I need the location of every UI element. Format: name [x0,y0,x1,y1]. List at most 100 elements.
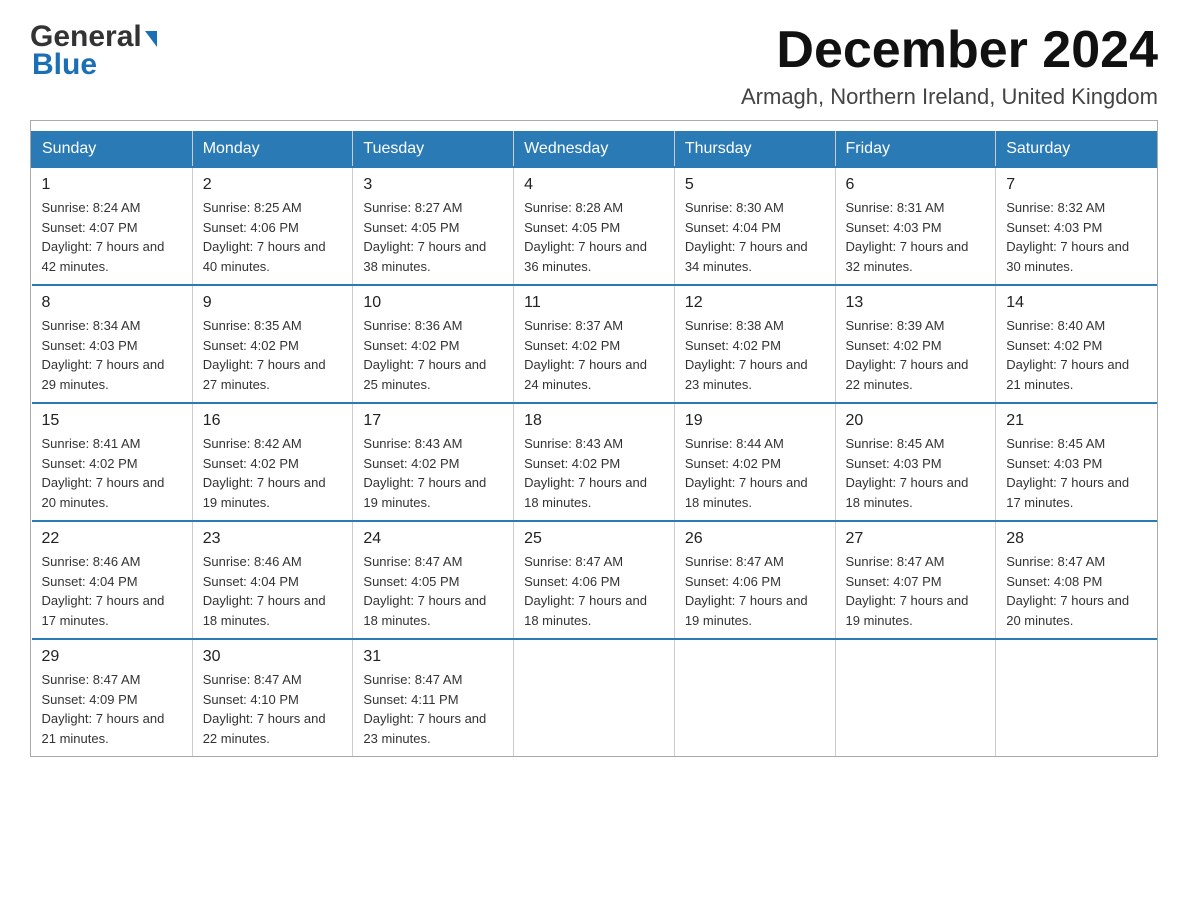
day-number: 16 [203,412,343,430]
calendar-cell: 13 Sunrise: 8:39 AMSunset: 4:02 PMDaylig… [835,285,996,403]
day-number: 31 [363,648,503,666]
calendar-cell: 25 Sunrise: 8:47 AMSunset: 4:06 PMDaylig… [514,521,675,639]
calendar-cell: 11 Sunrise: 8:37 AMSunset: 4:02 PMDaylig… [514,285,675,403]
day-info: Sunrise: 8:38 AMSunset: 4:02 PMDaylight:… [685,318,808,392]
logo-blue: Blue [32,48,97,82]
calendar-cell: 31 Sunrise: 8:47 AMSunset: 4:11 PMDaylig… [353,639,514,756]
calendar-week-2: 8 Sunrise: 8:34 AMSunset: 4:03 PMDayligh… [32,285,1157,403]
day-info: Sunrise: 8:47 AMSunset: 4:11 PMDaylight:… [363,672,486,746]
calendar-week-5: 29 Sunrise: 8:47 AMSunset: 4:09 PMDaylig… [32,639,1157,756]
day-info: Sunrise: 8:45 AMSunset: 4:03 PMDaylight:… [846,436,969,510]
day-info: Sunrise: 8:44 AMSunset: 4:02 PMDaylight:… [685,436,808,510]
col-friday: Friday [835,132,996,168]
calendar-week-3: 15 Sunrise: 8:41 AMSunset: 4:02 PMDaylig… [32,403,1157,521]
calendar-week-4: 22 Sunrise: 8:46 AMSunset: 4:04 PMDaylig… [32,521,1157,639]
day-info: Sunrise: 8:47 AMSunset: 4:09 PMDaylight:… [42,672,165,746]
calendar-week-1: 1 Sunrise: 8:24 AMSunset: 4:07 PMDayligh… [32,167,1157,285]
day-info: Sunrise: 8:47 AMSunset: 4:06 PMDaylight:… [685,554,808,628]
page-header: General Blue December 2024 Armagh, North… [30,20,1158,110]
logo: General Blue [30,20,157,82]
calendar-cell [835,639,996,756]
calendar-cell: 18 Sunrise: 8:43 AMSunset: 4:02 PMDaylig… [514,403,675,521]
calendar-cell: 24 Sunrise: 8:47 AMSunset: 4:05 PMDaylig… [353,521,514,639]
day-number: 29 [42,648,182,666]
day-info: Sunrise: 8:32 AMSunset: 4:03 PMDaylight:… [1006,200,1129,274]
day-info: Sunrise: 8:47 AMSunset: 4:05 PMDaylight:… [363,554,486,628]
col-thursday: Thursday [674,132,835,168]
day-info: Sunrise: 8:43 AMSunset: 4:02 PMDaylight:… [524,436,647,510]
calendar-cell [674,639,835,756]
calendar-cell: 10 Sunrise: 8:36 AMSunset: 4:02 PMDaylig… [353,285,514,403]
day-number: 7 [1006,176,1146,194]
day-info: Sunrise: 8:27 AMSunset: 4:05 PMDaylight:… [363,200,486,274]
day-number: 18 [524,412,664,430]
day-number: 24 [363,530,503,548]
calendar-cell: 5 Sunrise: 8:30 AMSunset: 4:04 PMDayligh… [674,167,835,285]
day-number: 23 [203,530,343,548]
day-info: Sunrise: 8:46 AMSunset: 4:04 PMDaylight:… [42,554,165,628]
day-info: Sunrise: 8:28 AMSunset: 4:05 PMDaylight:… [524,200,647,274]
day-number: 19 [685,412,825,430]
day-number: 5 [685,176,825,194]
calendar-cell: 4 Sunrise: 8:28 AMSunset: 4:05 PMDayligh… [514,167,675,285]
day-info: Sunrise: 8:39 AMSunset: 4:02 PMDaylight:… [846,318,969,392]
day-number: 11 [524,294,664,312]
calendar-cell [996,639,1157,756]
day-info: Sunrise: 8:47 AMSunset: 4:06 PMDaylight:… [524,554,647,628]
day-info: Sunrise: 8:43 AMSunset: 4:02 PMDaylight:… [363,436,486,510]
day-number: 14 [1006,294,1146,312]
day-number: 9 [203,294,343,312]
calendar-cell: 22 Sunrise: 8:46 AMSunset: 4:04 PMDaylig… [32,521,193,639]
day-number: 17 [363,412,503,430]
calendar-cell: 23 Sunrise: 8:46 AMSunset: 4:04 PMDaylig… [192,521,353,639]
day-number: 22 [42,530,182,548]
day-info: Sunrise: 8:46 AMSunset: 4:04 PMDaylight:… [203,554,326,628]
day-info: Sunrise: 8:34 AMSunset: 4:03 PMDaylight:… [42,318,165,392]
calendar-wrapper: Sunday Monday Tuesday Wednesday Thursday… [30,120,1158,757]
col-sunday: Sunday [32,132,193,168]
day-info: Sunrise: 8:42 AMSunset: 4:02 PMDaylight:… [203,436,326,510]
day-info: Sunrise: 8:30 AMSunset: 4:04 PMDaylight:… [685,200,808,274]
calendar-cell: 27 Sunrise: 8:47 AMSunset: 4:07 PMDaylig… [835,521,996,639]
calendar-cell: 26 Sunrise: 8:47 AMSunset: 4:06 PMDaylig… [674,521,835,639]
day-info: Sunrise: 8:37 AMSunset: 4:02 PMDaylight:… [524,318,647,392]
calendar-cell [514,639,675,756]
calendar-cell: 29 Sunrise: 8:47 AMSunset: 4:09 PMDaylig… [32,639,193,756]
calendar-cell: 6 Sunrise: 8:31 AMSunset: 4:03 PMDayligh… [835,167,996,285]
day-number: 15 [42,412,182,430]
calendar-table: Sunday Monday Tuesday Wednesday Thursday… [31,131,1157,756]
day-info: Sunrise: 8:35 AMSunset: 4:02 PMDaylight:… [203,318,326,392]
calendar-cell: 12 Sunrise: 8:38 AMSunset: 4:02 PMDaylig… [674,285,835,403]
title-section: December 2024 Armagh, Northern Ireland, … [741,20,1158,110]
calendar-cell: 7 Sunrise: 8:32 AMSunset: 4:03 PMDayligh… [996,167,1157,285]
calendar-header-row: Sunday Monday Tuesday Wednesday Thursday… [32,132,1157,168]
month-title: December 2024 [741,20,1158,80]
calendar-cell: 17 Sunrise: 8:43 AMSunset: 4:02 PMDaylig… [353,403,514,521]
calendar-cell: 3 Sunrise: 8:27 AMSunset: 4:05 PMDayligh… [353,167,514,285]
calendar-cell: 20 Sunrise: 8:45 AMSunset: 4:03 PMDaylig… [835,403,996,521]
col-tuesday: Tuesday [353,132,514,168]
day-number: 4 [524,176,664,194]
day-number: 8 [42,294,182,312]
day-number: 30 [203,648,343,666]
day-info: Sunrise: 8:41 AMSunset: 4:02 PMDaylight:… [42,436,165,510]
day-info: Sunrise: 8:47 AMSunset: 4:10 PMDaylight:… [203,672,326,746]
calendar-cell: 30 Sunrise: 8:47 AMSunset: 4:10 PMDaylig… [192,639,353,756]
day-info: Sunrise: 8:25 AMSunset: 4:06 PMDaylight:… [203,200,326,274]
day-number: 27 [846,530,986,548]
day-number: 26 [685,530,825,548]
calendar-cell: 2 Sunrise: 8:25 AMSunset: 4:06 PMDayligh… [192,167,353,285]
day-number: 10 [363,294,503,312]
col-wednesday: Wednesday [514,132,675,168]
day-number: 25 [524,530,664,548]
day-number: 6 [846,176,986,194]
day-info: Sunrise: 8:36 AMSunset: 4:02 PMDaylight:… [363,318,486,392]
day-number: 20 [846,412,986,430]
calendar-cell: 9 Sunrise: 8:35 AMSunset: 4:02 PMDayligh… [192,285,353,403]
day-number: 1 [42,176,182,194]
day-number: 2 [203,176,343,194]
calendar-cell: 14 Sunrise: 8:40 AMSunset: 4:02 PMDaylig… [996,285,1157,403]
logo-arrow-icon [145,31,157,47]
day-info: Sunrise: 8:47 AMSunset: 4:07 PMDaylight:… [846,554,969,628]
calendar-cell: 15 Sunrise: 8:41 AMSunset: 4:02 PMDaylig… [32,403,193,521]
